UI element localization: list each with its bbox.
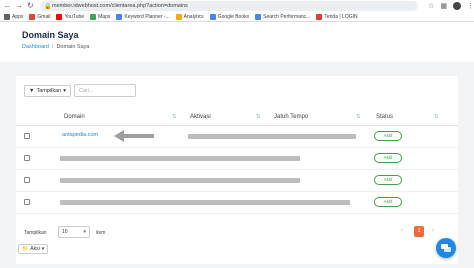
bookmark-label: Keyword Planner -... (124, 13, 170, 20)
browser-actions: ☆ ▦ ⋮ (428, 2, 474, 10)
back-icon[interactable]: ← (2, 0, 13, 12)
bookmark-analytics[interactable]: Analytics (175, 13, 204, 20)
status-badge: Aktif (374, 175, 402, 185)
bookmark-label: Apps (12, 13, 24, 20)
tenda-icon (316, 13, 323, 20)
status-badge: Aktif (374, 153, 402, 163)
table-row: antapedia.com Aktif (16, 126, 458, 148)
table-row: Aktif (16, 170, 458, 192)
menu-icon[interactable]: ⋮ (467, 2, 474, 10)
filter-icon: ▼ (29, 88, 35, 94)
column-aktivasi[interactable]: Aktivasi (190, 114, 211, 120)
bulk-action-button[interactable]: 📁 Aksi ▾ (18, 244, 49, 254)
row-checkbox[interactable] (24, 177, 30, 183)
table-row: Aktif (16, 192, 458, 214)
pagination-prev[interactable]: ‹ (401, 228, 403, 234)
profile-avatar[interactable] (452, 2, 461, 10)
bookmark-label: Maps (98, 13, 111, 20)
breadcrumb-current: Domain Saya (56, 44, 90, 50)
per-page-value: 10 (62, 229, 68, 235)
sort-icon[interactable]: ⇅ (172, 114, 177, 120)
folder-icon: 📁 (22, 246, 29, 252)
table-footer: Tampilkan 10 ▾ item ‹ 1 › (16, 226, 458, 240)
youtube-icon (56, 13, 63, 20)
chat-icon (441, 243, 451, 252)
breadcrumb: Dashboard / Domain Saya (22, 44, 89, 50)
chat-button[interactable] (436, 238, 456, 258)
bookmark-label: YouTube (64, 13, 85, 20)
redacted-content (60, 156, 300, 161)
bookmark-label: Analytics (183, 13, 204, 20)
search-input[interactable] (74, 84, 136, 97)
url-text: member.idwebhost.com/clientarea.php?acti… (51, 3, 188, 9)
status-badge: Aktif (374, 197, 402, 207)
bookmark-keyword-planner[interactable]: Keyword Planner -... (116, 13, 170, 20)
caret-down-icon: ▾ (41, 246, 45, 252)
bookmark-tenda[interactable]: Tenda | LOGIN (316, 13, 358, 20)
sort-icon[interactable]: ⇅ (256, 114, 261, 120)
browser-toolbar: ← → ↻ 🔒 member.idwebhost.com/clientarea.… (0, 0, 474, 12)
arrow-left-icon (114, 130, 154, 142)
maps-icon (90, 13, 97, 20)
bookmark-gmail[interactable]: Gmail (29, 13, 51, 20)
per-page-item-label: item (96, 230, 106, 236)
gmail-icon (29, 13, 36, 20)
page-header: Domain Saya Dashboard / Domain Saya (0, 22, 474, 62)
redacted-content (60, 200, 350, 205)
row-checkbox[interactable] (24, 133, 30, 139)
bookmark-google-books[interactable]: Google Books (209, 13, 250, 20)
forward-icon[interactable]: → (13, 0, 24, 12)
bookmarks-bar: Apps Gmail YouTube Maps Keyword Planner … (0, 12, 474, 22)
column-status[interactable]: Status (376, 114, 393, 120)
lock-icon: 🔒 (43, 3, 52, 10)
page-title: Domain Saya (22, 30, 79, 40)
status-badge: Aktif (374, 131, 402, 141)
row-checkbox[interactable] (24, 155, 30, 161)
bookmark-maps[interactable]: Maps (90, 13, 111, 20)
filter-label: Tampilkan (36, 88, 62, 94)
row-checkbox[interactable] (24, 199, 30, 205)
domain-link[interactable]: antapedia.com (62, 132, 98, 138)
per-page-label: Tampilkan (24, 230, 47, 236)
redacted-dates (188, 134, 356, 139)
reload-icon[interactable]: ↻ (25, 0, 36, 12)
bookmark-apps[interactable]: Apps (4, 13, 24, 20)
caret-down-icon: ▾ (83, 229, 86, 235)
column-domain[interactable]: Domain (64, 114, 85, 120)
bookmark-youtube[interactable]: YouTube (56, 13, 85, 20)
pagination-current-page[interactable]: 1 (414, 226, 424, 237)
bookmark-search-performance[interactable]: Search Performanc... (255, 13, 311, 20)
search-performance-icon (255, 13, 262, 20)
analytics-icon (175, 13, 182, 20)
pagination-next[interactable]: › (432, 228, 434, 234)
sort-icon[interactable]: ⇅ (356, 114, 361, 120)
breadcrumb-dashboard-link[interactable]: Dashboard (22, 44, 49, 50)
table-header: Domain ⇅ Aktivasi ⇅ Jatuh Tempo ⇅ Status… (16, 110, 458, 126)
per-page-select[interactable]: 10 ▾ (58, 226, 90, 238)
google-books-icon (209, 13, 216, 20)
caret-down-icon: ▾ (63, 88, 66, 94)
column-jatuh-tempo[interactable]: Jatuh Tempo (274, 114, 308, 120)
star-icon[interactable]: ☆ (428, 2, 434, 10)
extension-icon[interactable]: ▦ (440, 2, 447, 10)
sort-icon[interactable]: ⇅ (434, 114, 439, 120)
table-row: Aktif (16, 148, 458, 170)
apps-icon (4, 13, 10, 20)
keyword-planner-icon (116, 13, 123, 20)
address-bar[interactable]: 🔒 member.idwebhost.com/clientarea.php?ac… (39, 1, 419, 11)
domains-card: ▼ Tampilkan ▾ Domain ⇅ Aktivasi ⇅ Jatuh … (16, 76, 458, 264)
bookmark-label: Search Performanc... (263, 13, 311, 20)
bookmark-label: Google Books (217, 13, 250, 20)
bookmark-label: Tenda | LOGIN (324, 13, 358, 20)
redacted-content (60, 178, 300, 183)
bookmark-label: Gmail (37, 13, 51, 20)
bulk-action-label: Aksi (30, 246, 40, 252)
filter-dropdown-button[interactable]: ▼ Tampilkan ▾ (24, 85, 71, 97)
breadcrumb-separator: / (51, 44, 54, 50)
